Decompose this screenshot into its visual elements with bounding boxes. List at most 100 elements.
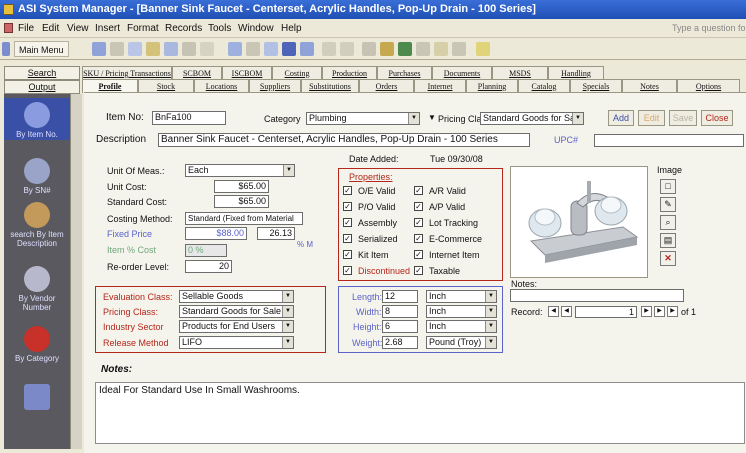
tab-iscbom[interactable]: ISCBOM: [222, 66, 272, 80]
scan-icon[interactable]: ▤: [660, 233, 676, 248]
lot-tracking-checkbox[interactable]: ✓: [414, 218, 423, 227]
replace-icon[interactable]: [246, 42, 260, 56]
tab-substitutions[interactable]: Substitutions: [301, 79, 359, 93]
undo-icon[interactable]: [200, 42, 214, 56]
insert-image-icon[interactable]: □: [660, 179, 676, 194]
delete-record-icon[interactable]: [300, 42, 314, 56]
menu-file[interactable]: File: [18, 19, 34, 38]
ar-valid-checkbox[interactable]: ✓: [414, 186, 423, 195]
tab-handling[interactable]: Handling: [548, 66, 604, 80]
tab-options[interactable]: Options: [677, 79, 740, 93]
industry-sector-dropdown[interactable]: Products for End Users ▼: [179, 320, 294, 333]
add-button[interactable]: Add: [608, 110, 634, 126]
nav-calculator[interactable]: [4, 384, 70, 412]
zoom-icon[interactable]: ⌕: [660, 215, 676, 230]
last-record-icon[interactable]: ▶: [654, 306, 665, 317]
spell-icon[interactable]: [264, 42, 278, 56]
length-field[interactable]: 12: [382, 290, 418, 303]
unit-cost-field[interactable]: $65.00: [214, 180, 269, 193]
reorder-field[interactable]: 20: [185, 260, 232, 273]
tab-planning[interactable]: Planning: [466, 79, 518, 93]
width-field[interactable]: 8: [382, 305, 418, 318]
image-notes-field[interactable]: [510, 289, 684, 302]
menu-edit[interactable]: Edit: [42, 19, 59, 38]
width-unit-dropdown[interactable]: Inch ▼: [426, 305, 497, 318]
output-tab[interactable]: Output: [4, 80, 80, 94]
print-icon[interactable]: [110, 42, 124, 56]
nav-by-item-no[interactable]: By Item No.: [4, 98, 70, 140]
menu-help[interactable]: Help: [281, 19, 302, 38]
menu-window[interactable]: Window: [238, 19, 274, 38]
evaluation-class-dropdown[interactable]: Sellable Goods ▼: [179, 290, 294, 303]
item-pct-field[interactable]: 0 %: [185, 244, 227, 257]
tab-specials[interactable]: Specials: [570, 79, 622, 93]
first-record-icon[interactable]: ◀: [548, 306, 559, 317]
nav-by-sn[interactable]: By SN#: [4, 158, 70, 195]
internet-item-checkbox[interactable]: ✓: [414, 250, 423, 259]
markup-field[interactable]: 26.13: [257, 227, 295, 240]
tab-sku-pricing[interactable]: SKU / Pricing Transactions: [82, 66, 172, 80]
help-icon[interactable]: [476, 42, 490, 56]
delete-image-icon[interactable]: ✕: [660, 251, 676, 266]
pricing-class-dropdown-2[interactable]: Standard Goods for Sale ▼: [179, 305, 294, 318]
fixed-price-field[interactable]: $88.00: [185, 227, 247, 240]
new-record-icon[interactable]: [282, 42, 296, 56]
taxable-checkbox[interactable]: ✓: [414, 266, 423, 275]
costing-method-field[interactable]: Standard (Fixed from Material: [185, 212, 303, 225]
find-icon[interactable]: [228, 42, 242, 56]
nav-by-description[interactable]: search By Item Description: [4, 202, 70, 248]
weight-field[interactable]: 2.68: [382, 336, 418, 349]
serialized-checkbox[interactable]: ✓: [343, 234, 352, 243]
main-menu-button[interactable]: Main Menu: [14, 41, 69, 57]
tab-suppliers[interactable]: Suppliers: [249, 79, 301, 93]
tab-costing[interactable]: Costing: [272, 66, 322, 80]
height-unit-dropdown[interactable]: Inch ▼: [426, 320, 497, 333]
database-window-icon[interactable]: [452, 42, 466, 56]
menu-records[interactable]: Records: [165, 19, 202, 38]
menu-tools[interactable]: Tools: [208, 19, 231, 38]
close-button[interactable]: Close: [701, 110, 733, 126]
menu-view[interactable]: View: [67, 19, 89, 38]
next-record-icon[interactable]: ▶: [641, 306, 652, 317]
ecommerce-checkbox[interactable]: ✓: [414, 234, 423, 243]
tab-production[interactable]: Production: [322, 66, 377, 80]
cut-icon[interactable]: [146, 42, 160, 56]
notes-field[interactable]: Ideal For Standard Use In Small Washroom…: [95, 382, 745, 444]
tab-catalog[interactable]: Catalog: [518, 79, 570, 93]
weight-unit-dropdown[interactable]: Pound (Troy) ▼: [426, 336, 497, 349]
release-method-dropdown[interactable]: LIFO ▼: [179, 336, 294, 349]
discontinued-checkbox[interactable]: ✓: [343, 266, 352, 275]
save-icon[interactable]: [92, 42, 106, 56]
copy-icon[interactable]: [164, 42, 178, 56]
oe-valid-checkbox[interactable]: ✓: [343, 186, 352, 195]
nav-by-vendor[interactable]: By Vendor Number: [4, 266, 70, 312]
edit-button[interactable]: Edit: [638, 110, 665, 126]
search-tab[interactable]: Search: [4, 66, 80, 80]
tab-locations[interactable]: Locations: [194, 79, 249, 93]
new-record-nav-icon[interactable]: ▶: [667, 306, 678, 317]
height-field[interactable]: 6: [382, 320, 418, 333]
edit-image-icon[interactable]: ✎: [660, 197, 676, 212]
paste-icon[interactable]: [182, 42, 196, 56]
previous-record-icon[interactable]: ◀: [561, 306, 572, 317]
record-number-field[interactable]: 1: [575, 306, 637, 318]
nav-by-category[interactable]: By Category: [4, 326, 70, 363]
tab-scbom[interactable]: SCBOM: [172, 66, 222, 80]
sort-descending-icon[interactable]: [340, 42, 354, 56]
nav-scrollbar[interactable]: [70, 94, 82, 449]
description-field[interactable]: Banner Sink Faucet - Centerset, Acrylic …: [158, 133, 530, 147]
find-record-icon[interactable]: [416, 42, 430, 56]
tab-stock[interactable]: Stock: [138, 79, 194, 93]
tab-purchases[interactable]: Purchases: [377, 66, 432, 80]
length-unit-dropdown[interactable]: Inch ▼: [426, 290, 497, 303]
tab-profile[interactable]: Profile: [82, 79, 138, 93]
tab-internet[interactable]: Internet: [414, 79, 466, 93]
apply-filter-icon[interactable]: [398, 42, 412, 56]
tab-documents[interactable]: Documents: [432, 66, 492, 80]
filter-form-icon[interactable]: [380, 42, 394, 56]
sort-ascending-icon[interactable]: [322, 42, 336, 56]
po-valid-checkbox[interactable]: ✓: [343, 202, 352, 211]
pricing-class-dropdown[interactable]: Standard Goods for Sale ▼: [480, 112, 584, 125]
tab-notes[interactable]: Notes: [622, 79, 677, 93]
save-button[interactable]: Save: [669, 110, 697, 126]
